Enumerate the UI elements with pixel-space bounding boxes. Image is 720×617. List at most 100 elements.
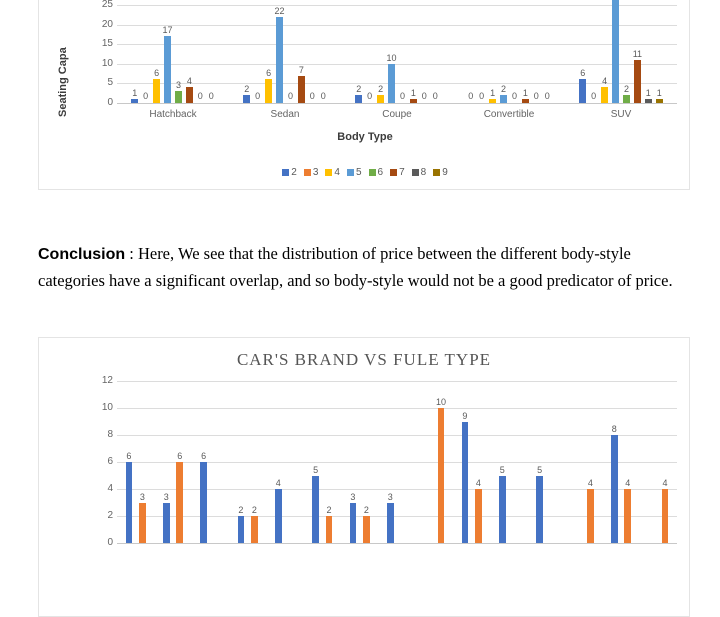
bar-value-label: 0 <box>544 90 550 101</box>
bar-value-label: 0 <box>255 90 261 101</box>
legend-label: 4 <box>334 167 340 178</box>
bar-group: 4 <box>266 381 303 543</box>
bar <box>274 489 282 543</box>
bar <box>461 421 469 543</box>
bar-value-label: 4 <box>625 478 631 488</box>
bar-value-label: 22 <box>274 5 285 16</box>
legend-label: 9 <box>442 167 448 178</box>
bar <box>489 99 496 103</box>
y-axis-tick-labels: 0 2 4 6 8 10 12 <box>79 375 113 548</box>
bar-value-label: 0 <box>591 90 597 101</box>
gridline <box>117 543 677 544</box>
legend-label: 8 <box>420 167 427 178</box>
y-tick-label: 12 <box>101 375 113 386</box>
legend-item-9: 9 <box>433 167 448 178</box>
x-tick-label: Convertible <box>483 109 535 120</box>
bar <box>312 475 319 543</box>
bar-value-label: 6 <box>266 68 272 79</box>
y-tick-label: 6 <box>107 456 113 467</box>
bar <box>475 489 482 543</box>
x-axis-tick-labels: Hatchback Sedan Coupe Convertible SUV <box>117 109 677 123</box>
bar-group: 36 <box>154 381 191 543</box>
bar-value-label: 6 <box>201 451 207 461</box>
bar <box>139 502 146 543</box>
y-axis-title: Seating Capa <box>57 47 69 117</box>
bar-value-label: 4 <box>587 478 593 488</box>
bar-value-label: 6 <box>126 451 132 461</box>
bar <box>498 475 506 543</box>
legend-item-6: 6 <box>368 167 383 178</box>
bar-group: 5 <box>490 381 527 543</box>
chart-title: CAR'S BRAND VS FULE TYPE <box>236 350 492 369</box>
legend-item-4: 4 <box>325 167 340 178</box>
bar-group: 3 <box>378 381 415 543</box>
bar-group: 84 <box>602 381 639 543</box>
bar-value-label: 10 <box>436 397 447 407</box>
y-tick-label: 25 <box>101 0 113 10</box>
plot-area: 1061734002062207002021001000012010060428… <box>117 0 677 104</box>
bar <box>601 87 608 103</box>
bar-value-label: 2 <box>363 505 369 515</box>
bar <box>363 516 370 543</box>
bar-value-label: 2 <box>623 84 629 95</box>
bar-value-label: 1 <box>656 88 662 99</box>
bar <box>200 462 207 543</box>
bar-value-label: 4 <box>186 76 192 87</box>
gridline <box>117 103 677 104</box>
legend-swatch-4 <box>325 169 333 176</box>
bar-value-label: 4 <box>602 76 608 87</box>
y-tick-label: 15 <box>101 38 113 50</box>
legend-swatch-7 <box>390 169 398 176</box>
bar <box>661 489 669 543</box>
bar <box>386 502 394 543</box>
x-tick-label: SUV <box>610 109 632 120</box>
bar <box>437 408 445 543</box>
legend-label: 5 <box>355 167 362 178</box>
legend-swatch-9 <box>433 169 441 176</box>
bar-group: 00120100 <box>453 5 565 103</box>
bar <box>587 489 594 543</box>
bar-group: 4 <box>640 381 677 543</box>
legend-swatch-8 <box>411 169 419 176</box>
bar-value-label: 7 <box>298 64 304 75</box>
bar <box>377 95 384 103</box>
legend-swatch-3 <box>303 169 311 176</box>
bar-value-label: 0 <box>287 90 293 101</box>
bar-group: 6 <box>192 381 229 543</box>
bar-value-label: 3 <box>163 491 169 502</box>
chart-cars-brand-vs-fuel-type: CAR'S BRAND VS FULE TYPE 0 2 4 6 8 10 12 63366… <box>38 337 690 617</box>
bar <box>175 91 182 103</box>
legend-item-8: 8 <box>411 167 427 178</box>
y-tick-label: 4 <box>107 483 113 494</box>
bar-group: 32 <box>341 381 378 543</box>
bar-value-label: 8 <box>611 424 617 434</box>
bar <box>153 79 160 103</box>
bar-group: 4 <box>565 381 602 543</box>
conclusion-separator: : <box>125 243 138 263</box>
bar-group: 10 <box>416 381 453 543</box>
bar <box>624 489 632 543</box>
bar-value-label: 6 <box>580 68 586 79</box>
bar <box>265 79 272 103</box>
bar-value-label: 17 <box>162 25 173 36</box>
y-tick-label: 10 <box>101 57 113 69</box>
legend-item-5: 5 <box>346 167 362 178</box>
legend-swatch-2 <box>282 169 290 176</box>
bar-value-label: 0 <box>432 90 438 101</box>
legend-swatch-5 <box>346 169 354 176</box>
bar-value-label: 11 <box>632 48 643 59</box>
bar-value-label: 5 <box>499 464 505 475</box>
bar-value-label: 2 <box>251 505 257 515</box>
bar <box>349 502 357 543</box>
bar-value-label: 2 <box>326 505 332 515</box>
bar-group: 6042821111 <box>565 0 677 103</box>
legend-swatch-6 <box>368 169 376 176</box>
x-tick-label: Sedan <box>270 109 300 120</box>
x-tick-label: Coupe <box>382 109 412 120</box>
bar-group: 94 <box>453 381 490 543</box>
legend-label: 7 <box>399 167 405 178</box>
bar-value-label: 0 <box>320 90 326 101</box>
y-tick-label: 8 <box>107 429 113 440</box>
plot-area: 6 3 3 6 6 2 2 4 5 2 3 2 3 10 9 4 5 5 4 8 4 4 <box>117 381 677 544</box>
conclusion-label: Conclusion <box>38 245 126 263</box>
